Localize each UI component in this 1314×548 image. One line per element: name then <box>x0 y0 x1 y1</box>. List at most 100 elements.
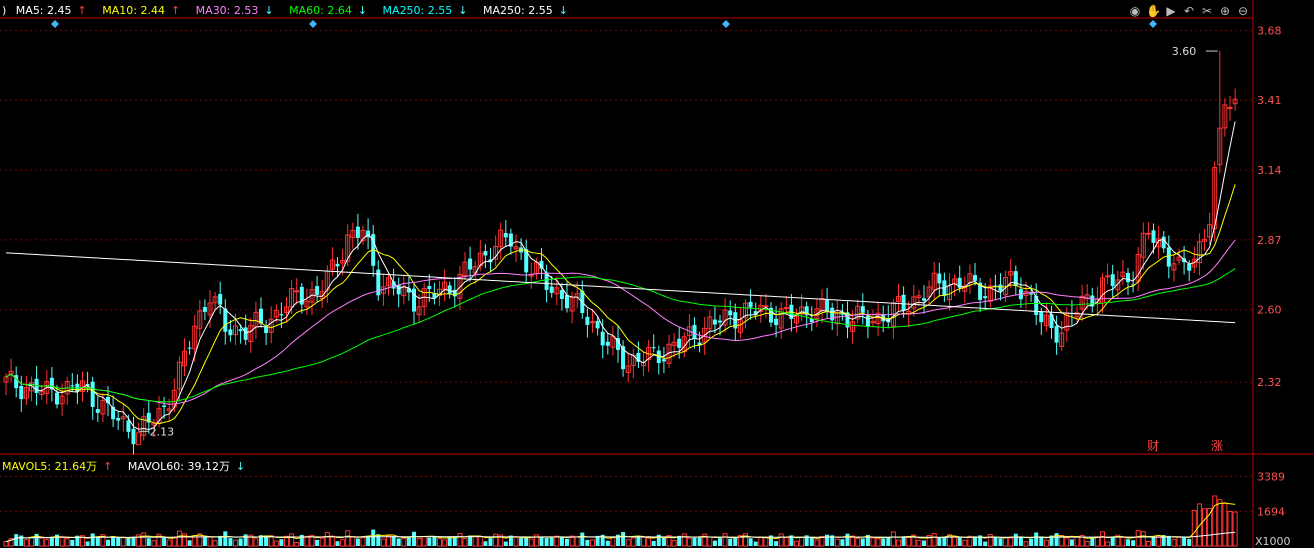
candle-body-down <box>503 232 508 238</box>
candle-body-down <box>718 320 722 323</box>
volume-bar-up <box>610 536 616 547</box>
volume-bar-down <box>70 539 75 546</box>
candle-body-down <box>19 385 24 400</box>
volume-bar-up <box>630 537 636 547</box>
candle-body-down <box>1187 263 1192 271</box>
volume-bar-up <box>39 537 45 547</box>
volume-bar-up <box>778 533 784 547</box>
volume-bar-down <box>1110 536 1115 546</box>
candle-body-up <box>763 305 769 308</box>
volume-bar-up <box>962 539 968 547</box>
volume-bar-down <box>748 538 753 546</box>
volume-bar-down <box>85 541 90 546</box>
eye-icon[interactable]: ◉ <box>1128 4 1142 18</box>
ma-line-ma5 <box>5 121 1236 431</box>
zoom-in-icon[interactable]: ⊕ <box>1218 4 1232 18</box>
candle-body-down <box>1161 236 1166 249</box>
volume-bar-down <box>95 536 100 546</box>
legend-mavol60: MAVOL60: 39.12万 ↓ <box>127 460 246 473</box>
candle-body-down <box>427 285 432 290</box>
play-icon[interactable]: ▶ <box>1164 4 1178 18</box>
chart-toolbar: ◉ ✋ ▶ ↶ ✂ ⊕ ⊖ <box>1128 4 1250 18</box>
volume-bar-down <box>264 536 269 546</box>
volume-bar-down <box>1029 538 1034 546</box>
volume-bar-down <box>1126 539 1130 546</box>
volume-bar-down <box>146 538 151 546</box>
undo-icon[interactable]: ↶ <box>1182 4 1196 18</box>
volume-bar-down <box>1131 540 1136 546</box>
event-marker-cai: 财 <box>1147 439 1159 453</box>
volume-bar-up <box>3 541 9 547</box>
volume-bar-up <box>1140 531 1146 547</box>
candle-body-down <box>116 417 121 421</box>
candle-body-down <box>202 307 207 312</box>
candle-body-down <box>1110 274 1115 287</box>
candle-body-down <box>264 326 269 334</box>
volume-bar-down <box>886 536 891 546</box>
volume-bar-down <box>544 537 549 546</box>
volume-bar-up <box>273 540 279 547</box>
volume-bar-down <box>1151 537 1156 546</box>
ma-line-ma250 <box>5 252 1236 324</box>
volume-bar-down <box>335 541 340 546</box>
zoom-out-icon[interactable]: ⊖ <box>1236 4 1250 18</box>
candle-body-down <box>901 294 906 311</box>
price-tick-label: 2.60 <box>1257 304 1282 317</box>
candle-body-down <box>661 359 666 362</box>
volume-bar-up <box>44 538 50 547</box>
volume-bar-up <box>1232 511 1238 547</box>
candle-body-down <box>218 294 223 305</box>
volume-bar-down <box>774 541 779 546</box>
candle-body-down <box>748 301 753 308</box>
volume-bar-down <box>605 540 610 546</box>
volume-bar-up <box>554 535 560 547</box>
volume-bar-up <box>890 531 896 547</box>
volume-bar-up <box>528 538 534 547</box>
volume-bar-down <box>942 537 947 546</box>
volume-bar-up <box>289 533 295 547</box>
volume-bar-up <box>870 537 876 547</box>
volume-bar-up <box>253 538 259 547</box>
candle-body-up <box>1227 106 1233 109</box>
volume-bar-down <box>937 538 942 546</box>
volume-bar-down <box>162 537 167 546</box>
volume-bar-up <box>360 537 366 547</box>
diamond-marker-icon <box>309 20 317 28</box>
candle-body-down <box>315 286 320 295</box>
candle-body-down <box>223 308 228 332</box>
volume-bar-up <box>212 540 218 547</box>
candle-body-down <box>565 295 569 309</box>
candle-body-down <box>279 314 284 316</box>
volume-bar-down <box>116 537 121 546</box>
candle-body-down <box>728 310 733 316</box>
candle-body-down <box>712 319 717 325</box>
volume-bar-down <box>559 536 564 546</box>
scissors-icon[interactable]: ✂ <box>1200 4 1214 18</box>
volume-bar-down <box>860 538 865 546</box>
volume-bar-up <box>462 537 468 547</box>
hand-icon[interactable]: ✋ <box>1146 4 1161 18</box>
volume-bar-up <box>64 538 70 547</box>
volume-bar-down <box>187 540 192 546</box>
volume-bar-up <box>493 533 499 547</box>
candle-body-down <box>90 381 95 407</box>
volume-bar-up <box>294 541 300 547</box>
volume-bar-up <box>896 539 901 547</box>
volume-bar-up <box>340 539 346 547</box>
candle-body-down <box>860 306 865 313</box>
legend-ma30: MA30: 2.53 ↓ <box>195 4 274 17</box>
volume-bar-down <box>718 538 722 546</box>
volume-bar-up <box>1135 530 1141 547</box>
candle-body-down <box>1054 325 1059 343</box>
volume-bar-down <box>519 538 524 546</box>
volume-bar-up <box>207 536 213 547</box>
candle-body-down <box>595 320 600 329</box>
candle-body-down <box>447 285 452 294</box>
volume-bar-up <box>472 535 478 547</box>
volume-bar-down <box>376 534 381 546</box>
candle-body-down <box>1166 247 1171 267</box>
volume-bar-up <box>707 536 713 547</box>
volume-bar-up <box>437 538 442 547</box>
volume-tick-label: 1694 <box>1257 505 1285 518</box>
volume-bar-up <box>380 538 386 547</box>
